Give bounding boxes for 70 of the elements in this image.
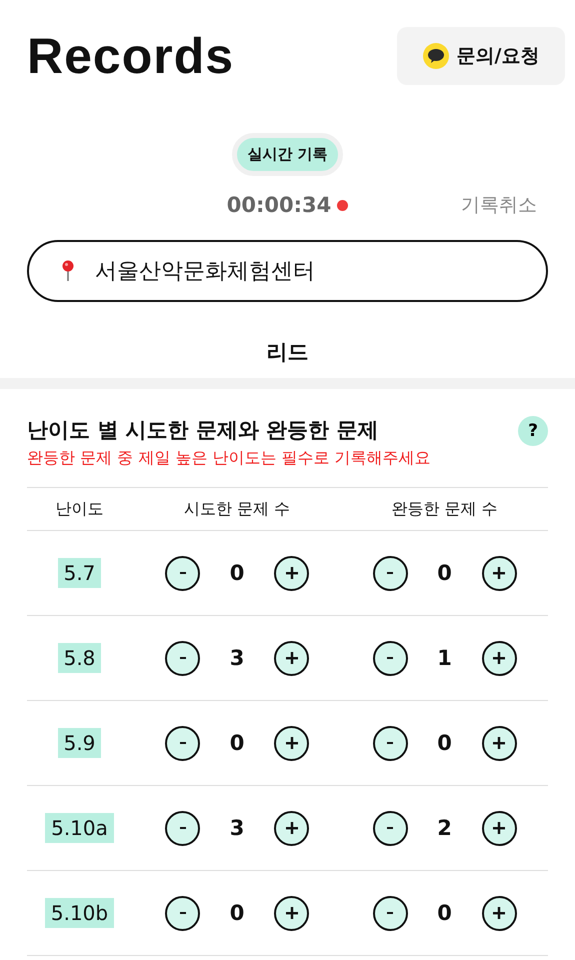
grade-tag: 5.10a	[45, 813, 114, 843]
plus-icon	[284, 736, 298, 750]
minus-icon	[385, 571, 395, 575]
decrement-button[interactable]	[372, 640, 408, 676]
page-title: Records	[27, 27, 234, 85]
grade-tag: 5.9	[58, 728, 102, 758]
inquiry-button[interactable]: 문의/요청	[397, 27, 565, 85]
count-value: 3	[228, 646, 246, 670]
decrement-button[interactable]	[372, 556, 408, 590]
plus-icon	[492, 821, 506, 835]
column-header: 시도한 문제 수	[182, 498, 292, 520]
plus-icon	[284, 651, 298, 665]
minus-icon	[178, 656, 188, 660]
increment-button[interactable]	[274, 556, 309, 590]
decrement-button[interactable]	[372, 810, 408, 846]
count-value: 0	[436, 901, 453, 925]
minus-icon	[178, 826, 188, 830]
increment-button[interactable]	[482, 810, 516, 846]
count-value: 0	[436, 731, 453, 755]
plus-icon	[492, 906, 506, 920]
pushpin-icon	[61, 260, 75, 282]
count-value: 3	[228, 816, 246, 840]
column-header: 난이도	[54, 498, 104, 520]
minus-icon	[178, 911, 188, 915]
count-value: 0	[228, 901, 246, 925]
plus-icon	[284, 906, 298, 920]
column-header: 완등한 문제 수	[390, 498, 499, 520]
decrement-button[interactable]	[165, 896, 200, 930]
increment-button[interactable]	[482, 896, 516, 930]
increment-button[interactable]	[274, 726, 309, 760]
plus-icon	[492, 736, 506, 750]
decrement-button[interactable]	[165, 556, 200, 590]
grade-tag: 5.8	[58, 643, 102, 673]
chat-bubble-icon	[422, 43, 449, 69]
minus-icon	[385, 656, 395, 660]
minus-icon	[385, 911, 395, 915]
increment-button[interactable]	[482, 556, 516, 590]
plus-icon	[492, 651, 506, 665]
decrement-button[interactable]	[372, 896, 408, 930]
elapsed-time: 00:00:34	[226, 193, 332, 217]
grade-tag: 5.10b	[44, 898, 114, 928]
minus-icon	[178, 741, 188, 745]
decrement-button[interactable]	[372, 726, 408, 760]
grade-tag: 5.7	[58, 558, 102, 588]
section-title: 난이도 별 시도한 문제와 완등한 문제	[27, 417, 380, 444]
increment-button[interactable]	[274, 810, 309, 846]
help-button[interactable]: ?	[518, 416, 548, 446]
mode-pill[interactable]: 실시간 기록	[232, 133, 343, 176]
count-value: 1	[436, 646, 453, 670]
plus-icon	[284, 821, 298, 835]
count-value: 0	[228, 561, 246, 585]
plus-icon	[492, 566, 506, 580]
increment-button[interactable]	[482, 640, 516, 676]
cancel-record-button[interactable]: 기록취소	[461, 192, 537, 218]
plus-icon	[284, 566, 298, 580]
increment-button[interactable]	[482, 726, 516, 760]
minus-icon	[385, 826, 395, 830]
count-value: 0	[436, 561, 453, 585]
decrement-button[interactable]	[165, 640, 200, 676]
decrement-button[interactable]	[165, 810, 200, 846]
count-value: 2	[436, 816, 453, 840]
minus-icon	[178, 571, 188, 575]
count-value: 0	[228, 731, 246, 755]
decrement-button[interactable]	[165, 726, 200, 760]
increment-button[interactable]	[274, 640, 309, 676]
discipline-label: 리드	[266, 340, 308, 364]
increment-button[interactable]	[274, 896, 309, 930]
minus-icon	[385, 741, 395, 745]
location-field[interactable]: 서울산악문화체험센터	[27, 240, 548, 302]
required-notice: 완등한 문제 중 제일 높은 난이도는 필수로 기록해주세요	[27, 448, 431, 469]
